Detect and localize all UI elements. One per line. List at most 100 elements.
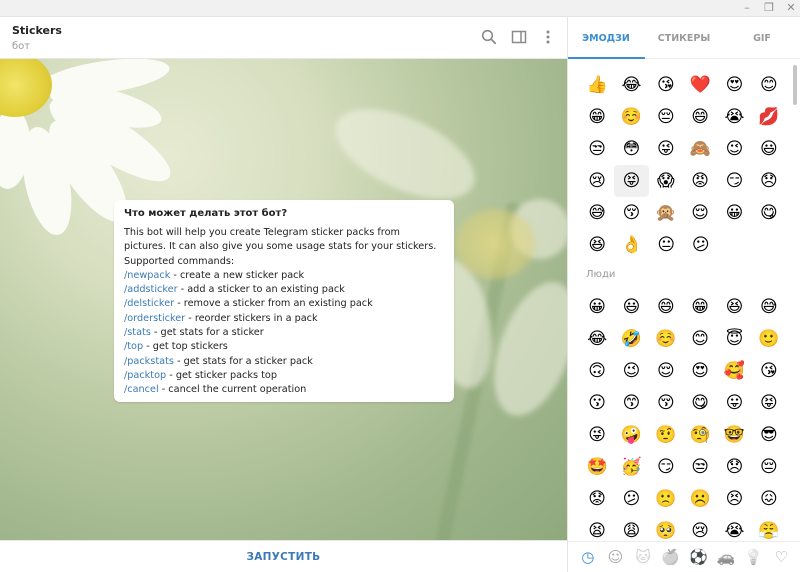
emoji-item[interactable]: 😁: [580, 101, 614, 133]
emoji-item[interactable]: ☹️: [683, 483, 717, 515]
command-link[interactable]: /packtop: [124, 370, 166, 381]
command-link[interactable]: /ordersticker: [124, 313, 185, 324]
emoji-item[interactable]: 😘: [649, 69, 683, 101]
command-link[interactable]: /newpack: [124, 270, 170, 281]
emoji-item[interactable]: 🤣: [614, 323, 648, 355]
emoji-item[interactable]: 😂: [614, 69, 648, 101]
emoji-item[interactable]: 😕: [684, 229, 719, 261]
emoji-item[interactable]: 😚: [614, 197, 648, 229]
emoji-item[interactable]: 🙁: [649, 483, 683, 515]
minimize-button[interactable]: –: [740, 1, 754, 15]
sidebar-toggle-icon[interactable]: [511, 29, 527, 45]
emoji-item[interactable]: 🥳: [614, 451, 648, 483]
sport-icon[interactable]: ⚽: [688, 547, 708, 567]
emoji-item[interactable]: 😔: [752, 451, 786, 483]
emoji-item[interactable]: 😉: [614, 355, 648, 387]
emoji-item[interactable]: 😋: [752, 197, 786, 229]
emoji-item[interactable]: 😍: [683, 355, 717, 387]
close-button[interactable]: ✕: [784, 1, 798, 15]
emoji-item[interactable]: 😋: [683, 387, 717, 419]
tab-gif[interactable]: GIF: [724, 17, 800, 59]
emoji-item[interactable]: 😉: [717, 133, 751, 165]
emoji-item[interactable]: 😝: [752, 387, 786, 419]
emoji-item[interactable]: 😞: [717, 451, 751, 483]
emoji-item[interactable]: 😍: [717, 69, 751, 101]
emoji-item[interactable]: 😛: [717, 387, 751, 419]
emoji-item[interactable]: 😅: [580, 197, 614, 229]
emoji-item[interactable]: 😃: [614, 291, 648, 323]
emoji-item[interactable]: 😖: [752, 483, 786, 515]
emoji-item[interactable]: 😚: [649, 387, 683, 419]
start-button[interactable]: ЗАПУСТИТЬ: [0, 541, 567, 572]
tab-stickers[interactable]: СТИКЕРЫ: [646, 17, 722, 59]
emoji-item[interactable]: 😜: [649, 133, 683, 165]
emoji-item[interactable]: 😁: [683, 291, 717, 323]
lightbulb-icon[interactable]: 💡: [744, 547, 764, 567]
emoji-item[interactable]: 😙: [614, 387, 648, 419]
emoji-item[interactable]: 🙈: [683, 133, 717, 165]
emoji-item[interactable]: 😌: [683, 197, 717, 229]
recent-icon[interactable]: ◷: [578, 547, 598, 567]
command-link[interactable]: /top: [124, 341, 143, 352]
emoji-item[interactable]: 🙊: [649, 197, 683, 229]
emoji-item[interactable]: 😕: [614, 483, 648, 515]
emoji-item[interactable]: 🤪: [614, 419, 648, 451]
emoji-item[interactable]: 🙃: [580, 355, 614, 387]
emoji-item[interactable]: 😡: [683, 165, 717, 197]
emoji-item[interactable]: 🤓: [717, 419, 751, 451]
emoji-item[interactable]: 😏: [649, 451, 683, 483]
emoji-item[interactable]: ☺️: [614, 101, 648, 133]
heart-icon[interactable]: ♡: [771, 547, 791, 567]
emoji-item[interactable]: 👌: [615, 229, 650, 261]
emoji-item[interactable]: 😱: [649, 165, 683, 197]
emoji-item[interactable]: ☺️: [649, 323, 683, 355]
emoji-item[interactable]: 😄: [683, 101, 717, 133]
emoji-item[interactable]: 😢: [580, 165, 614, 197]
emoji-item[interactable]: 😟: [580, 483, 614, 515]
emoji-item[interactable]: 😒: [683, 451, 717, 483]
emoji-item[interactable]: 😀: [717, 197, 751, 229]
emoji-item[interactable]: 😳: [614, 133, 648, 165]
command-link[interactable]: /delsticker: [124, 298, 174, 309]
emoji-item[interactable]: 😆: [580, 229, 615, 261]
emoji-item[interactable]: 😏: [717, 165, 751, 197]
emoji-item[interactable]: 😃: [752, 133, 786, 165]
restore-button[interactable]: ❐: [762, 1, 776, 15]
emoji-item[interactable]: 🤨: [649, 419, 683, 451]
cat-icon[interactable]: 🐱: [633, 547, 653, 567]
smile-icon[interactable]: ☺: [605, 547, 625, 567]
emoji-item[interactable]: 🧐: [683, 419, 717, 451]
emoji-item[interactable]: 😭: [717, 101, 751, 133]
chat-title[interactable]: Stickers: [12, 24, 62, 37]
emoji-item[interactable]: 😄: [649, 291, 683, 323]
command-link[interactable]: /packstats: [124, 356, 174, 367]
command-link[interactable]: /cancel: [124, 384, 159, 395]
emoji-item[interactable]: 😜: [580, 419, 614, 451]
emoji-item[interactable]: 😂: [580, 323, 614, 355]
tab-emoji[interactable]: ЭМОДЗИ: [568, 17, 644, 59]
emoji-item[interactable]: 😒: [580, 133, 614, 165]
emoji-item[interactable]: 😌: [649, 355, 683, 387]
emoji-item[interactable]: 😊: [752, 69, 786, 101]
food-icon[interactable]: 🍏: [661, 547, 681, 567]
emoji-item[interactable]: 😊: [683, 323, 717, 355]
emoji-item[interactable]: 😇: [717, 323, 751, 355]
emoji-item[interactable]: 😣: [717, 483, 751, 515]
emoji-item[interactable]: 😝: [614, 165, 649, 197]
emoji-item[interactable]: 👍: [580, 69, 614, 101]
emoji-item[interactable]: 😗: [580, 387, 614, 419]
emoji-item[interactable]: 😅: [752, 291, 786, 323]
emoji-item[interactable]: 😘: [752, 355, 786, 387]
search-icon[interactable]: [481, 29, 497, 45]
emoji-item[interactable]: 💋: [752, 101, 786, 133]
emoji-item[interactable]: 🤩: [580, 451, 614, 483]
emoji-item[interactable]: 😎: [752, 419, 786, 451]
emoji-item[interactable]: 😞: [752, 165, 786, 197]
emoji-item[interactable]: 😆: [717, 291, 751, 323]
emoji-item[interactable]: ❤️: [683, 69, 717, 101]
more-vertical-icon[interactable]: [540, 29, 556, 45]
emoji-item[interactable]: 😀: [580, 291, 614, 323]
emoji-item[interactable]: 🥰: [717, 355, 751, 387]
emoji-item[interactable]: 🙂: [752, 323, 786, 355]
command-link[interactable]: /stats: [124, 327, 151, 338]
